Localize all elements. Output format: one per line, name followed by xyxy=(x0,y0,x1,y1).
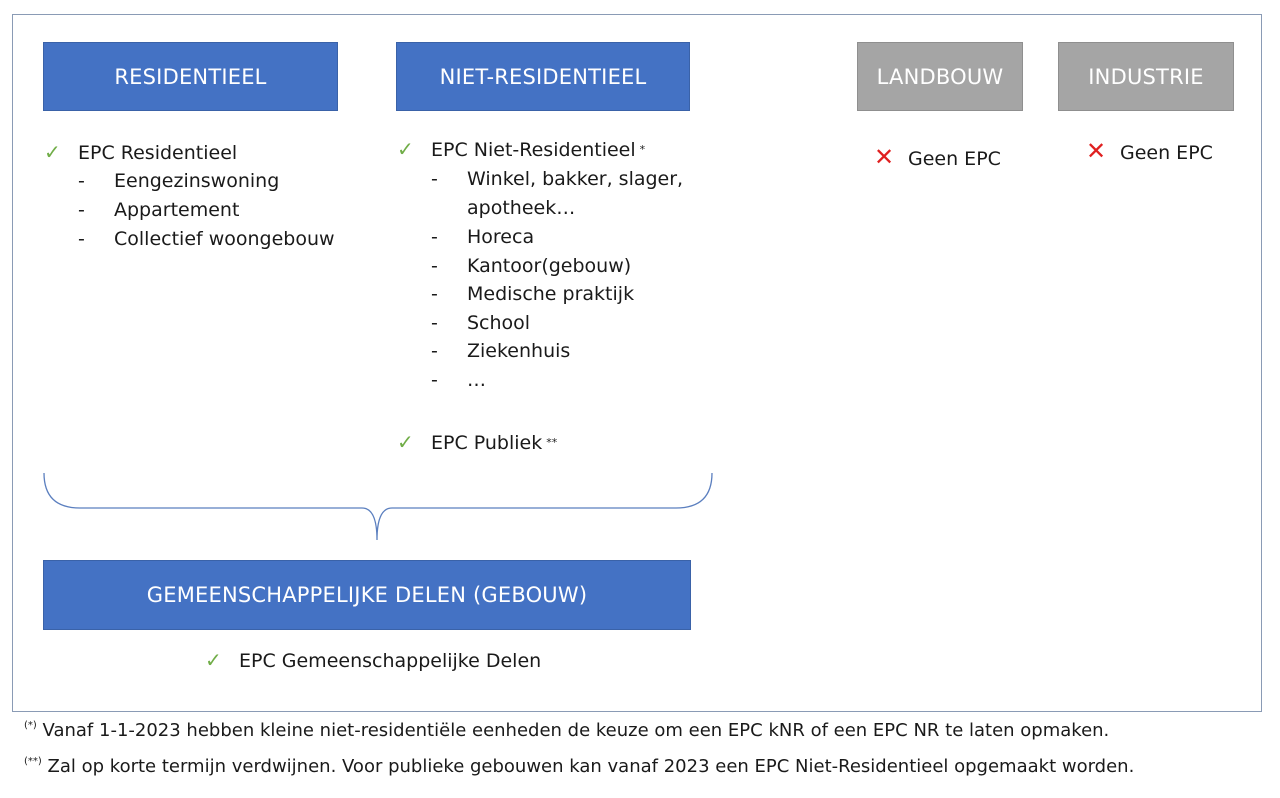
epc-gemeenschappelijke-delen: ✓ EPC Gemeenschappelijke Delen xyxy=(205,646,541,676)
footnote-2: (**) Zal op korte termijn verdwijnen. Vo… xyxy=(24,756,1135,777)
check-icon: ✓ xyxy=(205,648,222,672)
footnote-1: (*) Vanaf 1-1-2023 hebben kleine niet-re… xyxy=(24,720,1110,741)
gemeenschappelijke-delen-box: GEMEENSCHAPPELIJKE DELEN (GEBOUW) xyxy=(43,560,691,630)
curly-brace xyxy=(43,472,713,541)
